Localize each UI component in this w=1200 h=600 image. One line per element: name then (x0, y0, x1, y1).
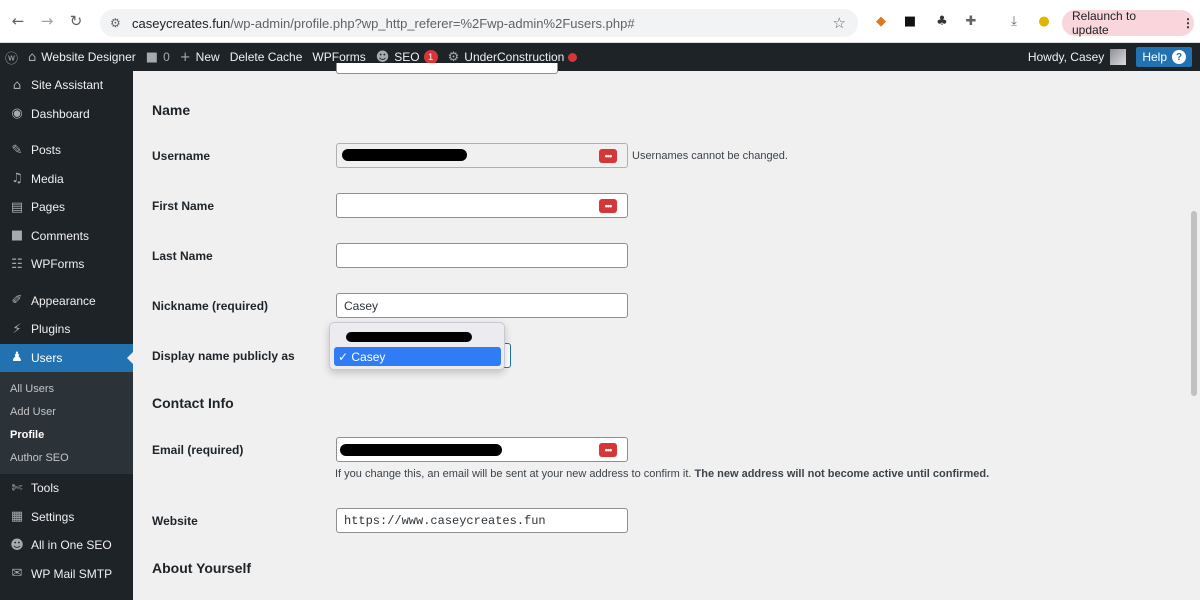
download-icon[interactable]: ⤓ (1005, 12, 1023, 30)
home-icon: ⌂ (28, 49, 37, 65)
website-label: Website (152, 514, 198, 528)
previous-field-input[interactable] (336, 63, 558, 74)
submenu-author-seo[interactable]: Author SEO (0, 446, 133, 469)
password-manager-icon[interactable]: ••• (599, 199, 617, 213)
sidebar-item-plugins[interactable]: ⚡ Plugins (0, 315, 133, 344)
metamask-extension-icon[interactable]: ◆ (872, 12, 890, 30)
redaction (346, 332, 472, 342)
page-icon: ▤ (10, 199, 24, 215)
sidebar-item-site-assistant[interactable]: ⌂ Site Assistant (0, 71, 133, 100)
url-text: caseycreates.fun/wp-admin/profile.php?wp… (132, 15, 635, 31)
forward-icon[interactable]: → (36, 10, 58, 32)
browser-toolbar: ← → ↻ ⚙ caseycreates.fun/wp-admin/profil… (0, 0, 1200, 43)
email-label: Email (required) (152, 443, 244, 457)
user-icon: ♟ (11, 350, 23, 366)
nickname-input[interactable]: Casey (336, 293, 628, 318)
profile-icon[interactable]: ● (1035, 12, 1053, 30)
display-name-dropdown: ✓ Casey (329, 322, 505, 370)
password-manager-icon[interactable]: ••• (599, 149, 617, 163)
sidebar-item-dashboard[interactable]: ◉ Dashboard (0, 100, 133, 129)
wrench-icon: ✄ (11, 480, 23, 496)
help-button[interactable]: Help? (1136, 47, 1192, 67)
avatar[interactable] (1110, 49, 1127, 65)
submenu-profile[interactable]: Profile (0, 423, 133, 446)
home-icon: ⌂ (12, 77, 22, 93)
pin-icon: ✎ (11, 142, 23, 158)
form-icon: ☷ (11, 256, 23, 272)
sidebar-item-appearance[interactable]: ✐ Appearance (0, 287, 133, 316)
username-note: Usernames cannot be changed. (632, 150, 788, 162)
back-icon[interactable]: ← (7, 10, 29, 32)
email-input[interactable]: ••• (336, 437, 628, 462)
nickname-label: Nickname (required) (152, 299, 269, 313)
comment-icon: ■ (145, 49, 159, 65)
sidebar-item-users[interactable]: ♟ Users (0, 343, 134, 372)
sidebar-item-comments[interactable]: ■ Comments (0, 222, 133, 251)
seo-icon: ☻ (10, 537, 24, 553)
comments-link[interactable]: ■ 0 (141, 43, 175, 71)
display-name-label: Display name publicly as (152, 349, 295, 363)
plus-icon: + (179, 49, 191, 65)
profile-form: Name Username ••• Usernames cannot be ch… (133, 63, 1188, 600)
username-label: Username (152, 149, 211, 163)
bookmark-star-icon[interactable]: ☆ (833, 14, 846, 32)
dropdown-option[interactable] (334, 327, 501, 346)
redaction (340, 444, 502, 456)
more-icon: ⋮ (1182, 16, 1194, 30)
wp-admin-bar: ⓦ ⌂ Website Designer ■ 0 + New Delete Cache… (0, 43, 1200, 71)
sidebar-item-all-in-one-seo[interactable]: ☻ All in One SEO (0, 531, 133, 560)
scrollbar-thumb[interactable] (1191, 211, 1197, 396)
dropdown-option-selected[interactable]: ✓ Casey (334, 347, 501, 366)
section-title-about: About Yourself (152, 560, 252, 576)
admin-menu: ⌂ Site Assistant ◉ Dashboard ✎ Posts ♫ Media… (0, 71, 134, 600)
sidebar-item-pages[interactable]: ▤ Pages (0, 193, 133, 222)
redaction (342, 149, 467, 161)
plugin-icon: ⚡ (12, 321, 22, 337)
first-name-label: First Name (152, 199, 215, 213)
section-title-contact: Contact Info (152, 395, 234, 411)
email-note: If you change this, an email will be sen… (335, 468, 990, 480)
sidebar-item-wpforms[interactable]: ☷ WPForms (0, 250, 133, 279)
first-name-input[interactable]: ••• (336, 193, 628, 218)
address-bar[interactable]: ⚙ caseycreates.fun/wp-admin/profile.php?… (100, 9, 858, 37)
users-submenu: All Users Add User Profile Author SEO (0, 372, 133, 474)
dashboard-icon: ◉ (11, 106, 23, 122)
mail-icon: ✉ (11, 566, 23, 582)
last-name-input[interactable] (336, 243, 628, 268)
status-dot (568, 52, 578, 62)
sidebar-item-tools[interactable]: ✄ Tools (0, 474, 133, 503)
reload-icon[interactable]: ↻ (65, 10, 87, 32)
extensions-puzzle-icon[interactable]: ✚ (962, 12, 980, 30)
password-manager-icon[interactable]: ••• (599, 443, 617, 457)
last-name-label: Last Name (152, 249, 213, 263)
delete-cache-link[interactable]: Delete Cache (225, 43, 308, 71)
sidebar-item-media[interactable]: ♫ Media (0, 165, 133, 194)
comment-icon: ■ (10, 228, 24, 244)
submenu-all-users[interactable]: All Users (0, 377, 133, 400)
relaunch-button[interactable]: Relaunch to update ⋮ (1062, 9, 1194, 37)
sidebar-item-posts[interactable]: ✎ Posts (0, 136, 133, 165)
section-title-name: Name (152, 102, 191, 118)
notification-badge: 1 (423, 50, 438, 64)
website-input[interactable]: https://www.caseycreates.fun (336, 508, 628, 533)
username-input: ••• (336, 143, 628, 168)
extension-icon[interactable]: ■ (901, 12, 919, 30)
media-icon: ♫ (11, 171, 23, 187)
howdy-link[interactable]: Howdy, Casey (1028, 50, 1104, 64)
site-name-link[interactable]: ⌂ Website Designer (23, 43, 141, 71)
extension-icon[interactable]: ♣ (933, 12, 951, 30)
wp-logo-icon[interactable]: ⓦ (0, 43, 23, 71)
site-info-icon[interactable]: ⚙ (110, 16, 126, 30)
settings-icon: ▦ (10, 509, 24, 525)
new-content-link[interactable]: + New (175, 43, 225, 71)
brush-icon: ✐ (11, 293, 23, 309)
submenu-add-user[interactable]: Add User (0, 400, 133, 423)
sidebar-item-wp-mail-smtp[interactable]: ✉ WP Mail SMTP (0, 560, 133, 589)
help-icon: ? (1172, 50, 1186, 64)
page-scrollbar[interactable] (1188, 71, 1200, 600)
sidebar-item-settings[interactable]: ▦ Settings (0, 503, 133, 532)
